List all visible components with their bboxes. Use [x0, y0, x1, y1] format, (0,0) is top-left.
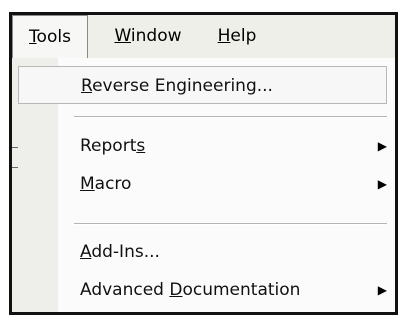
menu-item-label-mnemonic: s	[136, 136, 146, 156]
menu-separator	[74, 116, 387, 118]
menu-item-label-mnemonic: R	[81, 76, 93, 96]
menu-item-label-rest: dd-Ins...	[91, 242, 160, 262]
menubar-help-mnemonic: H	[217, 26, 231, 46]
menu-item-label-rest: everse Engineering...	[92, 76, 273, 96]
menu-item-label-mnemonic: D	[169, 280, 183, 300]
menu-item-label-mnemonic: A	[80, 242, 92, 262]
menu-item-label: Advanced Documentation	[80, 271, 300, 309]
menu-item-label: Add-Ins...	[80, 233, 160, 271]
submenu-arrow-icon: ▶	[377, 139, 387, 153]
menubar-tools-mnemonic: T	[29, 27, 37, 47]
menubar-window-mnemonic: W	[114, 26, 131, 46]
tools-dropdown-menu: Reverse Engineering... Reports ▶ Macro ▶…	[12, 58, 395, 312]
menu-item-label-rest: ocumentation	[182, 280, 301, 300]
menubar-tools[interactable]: Tools	[12, 15, 88, 58]
menu-item-label-prefix: Report	[80, 136, 137, 156]
menubar-help-rest: elp	[230, 26, 257, 46]
menu-item-label: Reverse Engineering...	[81, 67, 273, 105]
menubar-help[interactable]: Help	[206, 15, 268, 58]
menu-item-label-mnemonic: M	[80, 174, 95, 194]
menu-item-label: Reports	[80, 127, 145, 165]
menu-bar: Tools Window Help	[12, 15, 395, 58]
menu-item-label-prefix: Advanced	[80, 280, 170, 300]
menu-item-label-rest: acro	[94, 174, 132, 194]
menubar-window[interactable]: Window	[100, 15, 196, 58]
menubar-window-rest: indow	[130, 26, 182, 46]
menu-item-label: Macro	[80, 165, 131, 203]
submenu-arrow-icon: ▶	[377, 283, 387, 297]
menu-item-add-ins[interactable]: Add-Ins...	[18, 233, 387, 271]
background-edge-mark	[12, 147, 18, 148]
background-edge-mark	[12, 167, 18, 168]
submenu-arrow-icon: ▶	[377, 177, 387, 191]
menu-screenshot-frame: Tools Window Help Reverse Engineering...…	[9, 12, 398, 315]
menu-item-macro[interactable]: Macro ▶	[18, 165, 387, 203]
menubar-tools-rest: ools	[36, 27, 71, 47]
menu-item-reverse-engineering[interactable]: Reverse Engineering...	[18, 66, 387, 104]
menu-separator	[74, 223, 387, 225]
menu-item-reports[interactable]: Reports ▶	[18, 127, 387, 165]
menu-item-advanced-documentation[interactable]: Advanced Documentation ▶	[18, 271, 387, 309]
